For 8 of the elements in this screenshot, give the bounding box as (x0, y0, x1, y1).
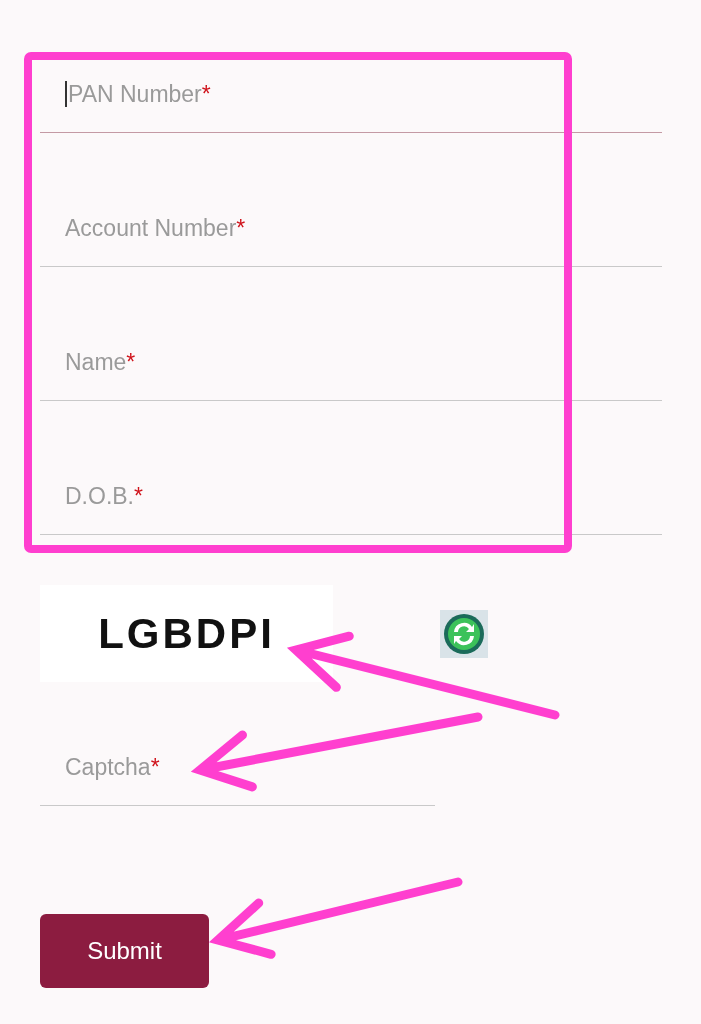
input-field[interactable]: PAN Number* (40, 0, 662, 133)
refresh-icon[interactable] (440, 609, 488, 658)
input-field[interactable]: Account Number* (40, 133, 662, 267)
input-field[interactable]: D.O.B.* (40, 401, 662, 535)
input-field[interactable]: Name* (40, 267, 662, 401)
captcha-image: LGBDPI (40, 585, 333, 682)
input-field[interactable]: Captcha* (40, 682, 435, 806)
submit-button[interactable]: Submit (40, 914, 209, 988)
